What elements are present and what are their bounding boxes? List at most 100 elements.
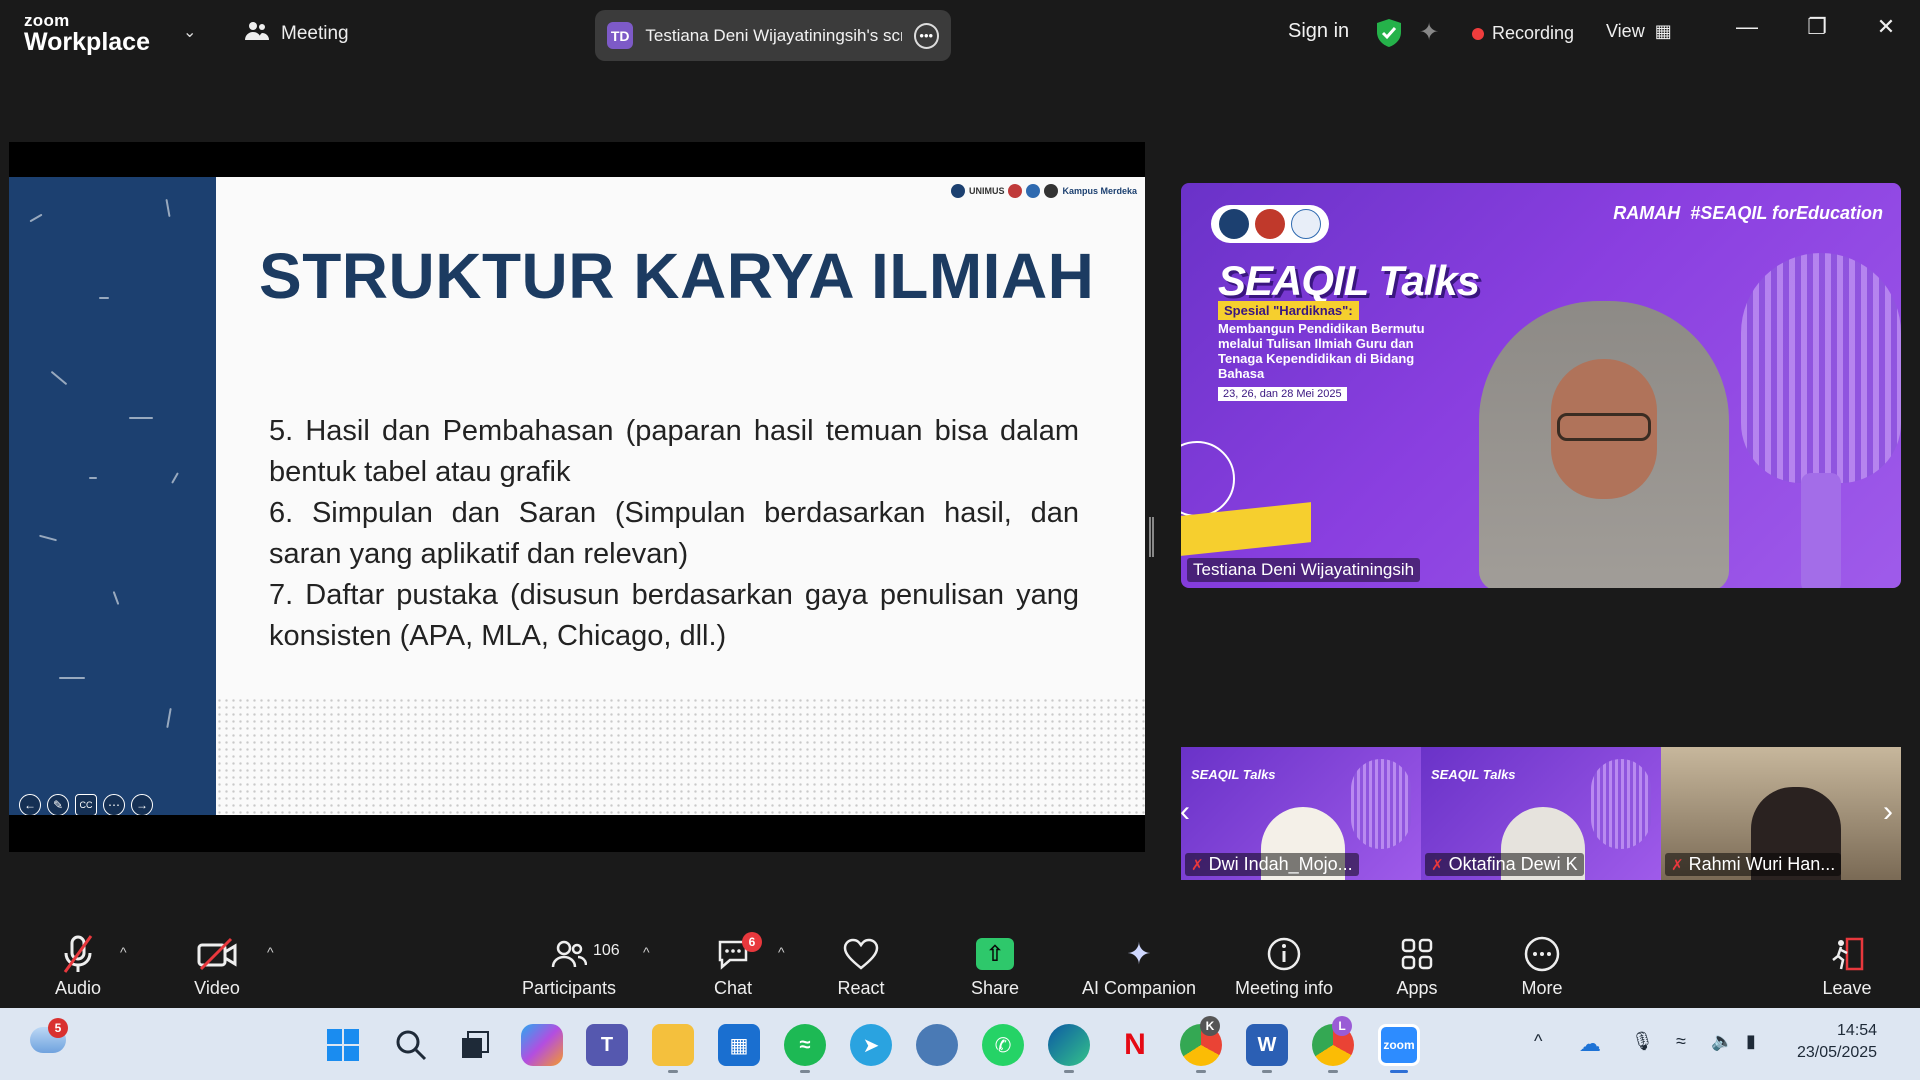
onedrive-icon[interactable]: ☁ (1579, 1031, 1601, 1057)
captions-icon[interactable]: CC (75, 794, 97, 815)
meeting-info-button[interactable]: Meeting info (1219, 934, 1349, 999)
participants-label: Participants (521, 978, 617, 998)
more-options-icon[interactable]: ••• (913, 22, 939, 49)
microphone-stand (1801, 473, 1841, 588)
teams-icon[interactable]: T (586, 1024, 628, 1066)
clock-date: 23/05/2025 (1797, 1044, 1878, 1061)
logo-icon (1255, 209, 1285, 239)
brand-ramah: RAMAH (1613, 203, 1681, 223)
slide-side-panel (9, 177, 216, 815)
view-button[interactable]: View ▦ (1606, 21, 1672, 42)
banner-subtitle: Membangun Pendidikan Bermutu melalui Tul… (1218, 321, 1425, 381)
pen-icon[interactable]: ✎ (47, 794, 69, 815)
speaker-video[interactable]: RAMAH #SEAQIL forEducation SEAQIL Talks … (1181, 183, 1901, 588)
partner-logo-icon (1026, 184, 1041, 198)
telegram-icon[interactable]: ➤ (850, 1024, 892, 1066)
weather-badge: 5 (48, 1018, 68, 1038)
word-icon[interactable]: W (1246, 1024, 1288, 1066)
partner-logo-icon (1008, 184, 1023, 198)
decor-circle (1181, 441, 1235, 517)
slide-partner-logos: UNIMUS Kampus Merdeka (950, 184, 1137, 198)
partner-logo-icon (1044, 184, 1059, 198)
file-explorer-icon[interactable] (652, 1024, 694, 1066)
banner-date: 23, 26, dan 28 Mei 2025 (1218, 387, 1347, 401)
next-page-icon[interactable]: › (1883, 795, 1893, 829)
slide-more-icon[interactable]: ⋯ (103, 794, 125, 815)
chat-unread-badge: 6 (742, 932, 762, 952)
heart-icon (801, 934, 921, 974)
next-slide-icon[interactable]: → (131, 794, 153, 815)
tile-banner-title: SEAQIL Talks (1431, 767, 1516, 782)
chrome-profile-badge: L (1332, 1016, 1352, 1036)
participant-tile[interactable]: ✗ Rahmi Wuri Han... (1661, 747, 1901, 880)
system-clock[interactable]: 14:54 23/05/2025 (1797, 1020, 1877, 1064)
minimize-icon[interactable]: — (1727, 14, 1767, 40)
show-hidden-icons-icon[interactable]: ^ (1534, 1031, 1542, 1052)
chevron-down-icon[interactable]: ⌄ (183, 22, 196, 42)
apps-button[interactable]: Apps (1357, 934, 1477, 999)
react-label: React (837, 978, 885, 998)
more-button[interactable]: More (1482, 934, 1602, 999)
partner-logo-text: UNIMUS (968, 186, 1005, 196)
previous-slide-icon[interactable]: ← (19, 794, 41, 815)
battery-icon[interactable]: ▮ (1746, 1031, 1756, 1052)
ai-label: AI Companion (1081, 978, 1197, 998)
sponsor-logos (1211, 205, 1329, 243)
microphone-icon[interactable]: 🎙 (1631, 1031, 1654, 1052)
task-view-icon[interactable] (454, 1024, 496, 1066)
leave-icon (1787, 934, 1907, 974)
more-icon (1482, 934, 1602, 974)
meeting-menu[interactable]: Meeting (245, 21, 349, 47)
volume-icon[interactable]: 🔈 (1711, 1031, 1733, 1052)
chat-caret-icon[interactable]: ^ (778, 944, 785, 960)
sign-in-link[interactable]: Sign in (1288, 20, 1349, 43)
participant-tile[interactable]: SEAQIL Talks ✗ Oktafina Dewi K (1421, 747, 1661, 880)
record-dot-icon (1472, 27, 1484, 40)
logo-icon (1219, 209, 1249, 239)
start-icon[interactable] (322, 1024, 364, 1066)
microsoft-store-icon[interactable]: ▦ (718, 1024, 760, 1066)
edge-icon[interactable] (1048, 1024, 1090, 1066)
react-button[interactable]: React (801, 934, 921, 999)
prev-page-icon[interactable]: ‹ (1180, 795, 1190, 829)
ai-sparkle-icon[interactable]: ✦ (1419, 18, 1439, 47)
ai-companion-button[interactable]: ✦ AI Companion (1074, 934, 1204, 999)
presentation-slide: UNIMUS Kampus Merdeka STRUKTUR KARYA ILM… (9, 177, 1145, 815)
whatsapp-icon[interactable]: ✆ (982, 1024, 1024, 1066)
recording-indicator[interactable]: Recording (1472, 23, 1574, 44)
apps-label: Apps (1396, 978, 1438, 998)
chat-button[interactable]: Chat (673, 934, 793, 999)
share-icon: ⇧ (935, 934, 1055, 974)
spotify-icon[interactable]: ≈ (784, 1024, 826, 1066)
split-resize-handle[interactable] (1149, 517, 1154, 557)
shield-icon[interactable] (1376, 18, 1402, 48)
mic-muted-icon: ✗ (1191, 856, 1204, 874)
chat-icon (673, 934, 793, 974)
audio-options-caret-icon[interactable]: ^ (120, 944, 127, 960)
grid-view-icon: ▦ (1654, 21, 1672, 41)
video-off-icon (157, 934, 277, 974)
video-label: Video (194, 978, 240, 998)
restore-icon[interactable]: ❐ (1797, 14, 1837, 40)
close-icon[interactable]: ✕ (1866, 14, 1906, 40)
search-icon[interactable] (390, 1024, 432, 1066)
share-initials-avatar: TD (607, 22, 634, 49)
partner-logo-icon (950, 184, 965, 198)
wifi-icon[interactable]: ≈ (1676, 1031, 1686, 1052)
copilot-icon[interactable] (521, 1024, 563, 1066)
screen-share-pill[interactable]: TD Testiana Deni Wijayatiningsih's scr •… (595, 10, 951, 61)
zoom-taskbar-icon[interactable]: zoom (1378, 1024, 1420, 1066)
banner-tag: Spesial "Hardiknas": (1218, 301, 1359, 320)
leave-button[interactable]: Leave (1787, 934, 1907, 999)
netflix-icon[interactable]: N (1114, 1024, 1156, 1066)
clock-time: 14:54 (1837, 1022, 1878, 1039)
participant-tile[interactable]: SEAQIL Talks ✗ Dwi Indah_Mojo... (1181, 747, 1421, 880)
video-button[interactable]: Video (157, 934, 277, 999)
participants-caret-icon[interactable]: ^ (643, 944, 650, 960)
share-button[interactable]: ⇧ Share (935, 934, 1055, 999)
video-options-caret-icon[interactable]: ^ (267, 944, 274, 960)
speaker-person (1479, 301, 1729, 588)
ai-sparkle-icon: ✦ (1126, 937, 1152, 971)
brand-seaqil: #SEAQIL forEducation (1690, 203, 1883, 223)
app-icon[interactable] (916, 1024, 958, 1066)
